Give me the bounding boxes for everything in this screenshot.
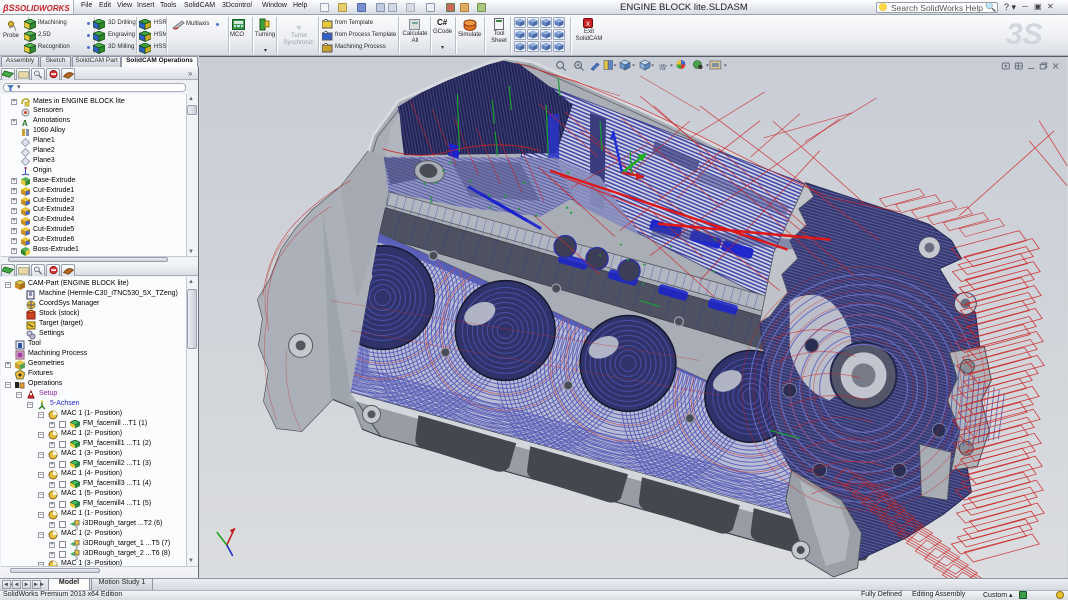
svg-text:A: A xyxy=(22,119,28,127)
svg-text:𝔄r: 𝔄r xyxy=(658,62,668,72)
